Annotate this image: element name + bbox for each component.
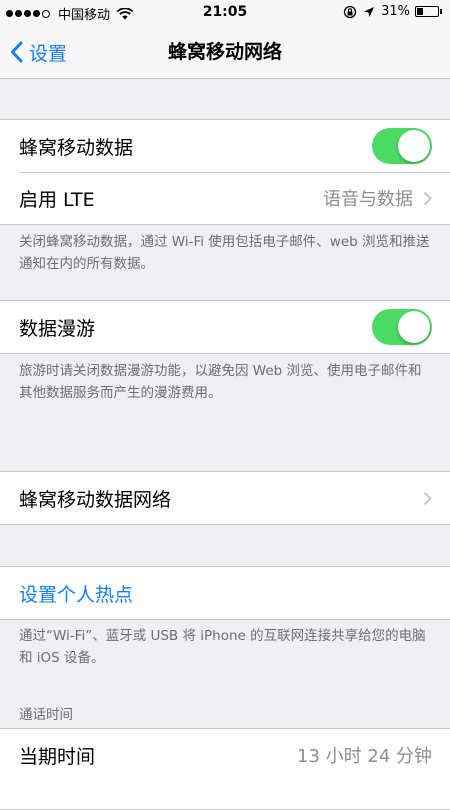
page-title: 蜂窝移动网络 bbox=[167, 41, 282, 63]
hotspot-footnote: 通过“Wi-Fi”、蓝牙或 USB 将 iPhone 的互联网连接共享给您的电脑… bbox=[19, 628, 426, 666]
navigation-bar: 设置 蜂窝移动网络 bbox=[0, 26, 450, 79]
chevron-right-icon bbox=[423, 491, 432, 505]
chevron-right-icon bbox=[423, 191, 432, 205]
current-period-label: 当期时间 bbox=[19, 745, 96, 768]
orientation-lock-icon bbox=[343, 5, 357, 18]
enable-lte-label: 启用 LTE bbox=[19, 188, 95, 211]
battery-percentage: 31% bbox=[381, 4, 410, 19]
data-roaming-row: 数据漫游 bbox=[0, 301, 450, 353]
data-roaming-toggle[interactable] bbox=[372, 309, 432, 345]
battery-level-fill bbox=[417, 8, 424, 15]
enable-lte-value: 语音与数据 bbox=[323, 189, 413, 210]
current-period-row: 当期时间 13 小时 24 分钟 bbox=[0, 729, 450, 781]
hotspot-group: 设置个人热点 bbox=[0, 566, 450, 620]
location-icon bbox=[364, 6, 375, 17]
data-roaming-footnote: 旅游时请关闭数据漫游功能，以避免因 Web 浏览、使用电子邮件和其他数据服务而产… bbox=[19, 363, 422, 401]
setup-hotspot-link[interactable]: 设置个人热点 bbox=[19, 580, 432, 607]
data-roaming-label: 数据漫游 bbox=[19, 317, 96, 340]
enable-lte-row[interactable]: 启用 LTE 语音与数据 bbox=[0, 172, 450, 224]
hotspot-row[interactable]: 设置个人热点 bbox=[0, 567, 450, 619]
cellular-data-group: 蜂窝移动数据 启用 LTE 语音与数据 bbox=[0, 119, 450, 225]
status-bar: 中国移动 21:05 31% bbox=[0, 0, 450, 26]
call-time-header: 通话时间 bbox=[19, 707, 73, 723]
call-time-group: 当期时间 13 小时 24 分钟 bbox=[0, 728, 450, 810]
status-right: 31% bbox=[343, 4, 442, 19]
cellular-data-footnote: 关闭蜂窝移动数据，通过 Wi-Fi 使用包括电子邮件、web 浏览和推送通知在内… bbox=[19, 234, 430, 272]
cellular-network-group: 蜂窝移动数据网络 bbox=[0, 471, 450, 525]
cellular-data-row: 蜂窝移动数据 bbox=[0, 120, 450, 172]
cellular-network-row[interactable]: 蜂窝移动数据网络 bbox=[0, 472, 450, 524]
data-roaming-group: 数据漫游 bbox=[0, 300, 450, 354]
cellular-data-label: 蜂窝移动数据 bbox=[19, 136, 134, 159]
cellular-network-label: 蜂窝移动数据网络 bbox=[19, 488, 172, 511]
cellular-data-toggle[interactable] bbox=[372, 128, 432, 164]
current-period-value: 13 小时 24 分钟 bbox=[297, 746, 432, 767]
battery-icon bbox=[415, 6, 439, 17]
